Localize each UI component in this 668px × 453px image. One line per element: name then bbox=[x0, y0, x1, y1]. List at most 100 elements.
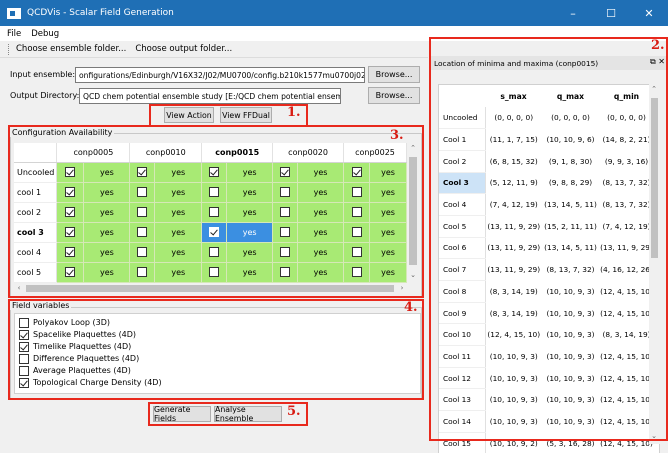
config-cell[interactable]: yes bbox=[83, 162, 131, 183]
config-cell[interactable]: yes bbox=[297, 202, 345, 223]
config-checkbox-selected[interactable] bbox=[201, 222, 228, 243]
scroll-down-arrow-icon[interactable]: ⌄ bbox=[649, 432, 659, 440]
checkbox-unchecked-icon[interactable] bbox=[351, 227, 362, 237]
table-cell[interactable]: (13, 14, 5, 11) bbox=[542, 193, 599, 216]
config-checkbox[interactable] bbox=[56, 222, 85, 243]
table-cell[interactable]: (13, 11, 9, 29) bbox=[485, 215, 542, 238]
checkbox-unchecked-icon[interactable] bbox=[209, 207, 220, 217]
table-cell[interactable]: (12, 4, 15, 10) bbox=[599, 388, 654, 412]
checkbox-checked-icon[interactable] bbox=[65, 247, 76, 257]
config-checkbox[interactable] bbox=[56, 182, 85, 203]
row-header[interactable]: Cool 2 bbox=[439, 150, 486, 173]
config-cell[interactable]: yes bbox=[297, 162, 345, 183]
checkbox-unchecked-icon[interactable] bbox=[280, 227, 291, 237]
view-ffdual-button[interactable]: View FFDual bbox=[220, 107, 272, 123]
table-cell[interactable]: (9, 1, 8, 30) bbox=[542, 150, 599, 173]
checkbox-checked-icon[interactable] bbox=[65, 207, 76, 217]
row-header-uncooled[interactable]: Uncooled bbox=[14, 162, 58, 183]
checkbox-unchecked-icon[interactable] bbox=[209, 247, 220, 257]
config-cell-selected[interactable]: yes bbox=[226, 222, 274, 243]
input-ensemble-field[interactable]: onfigurations/Edinburgh/V16X32/J02/MU070… bbox=[75, 67, 365, 83]
checkbox-unchecked-icon[interactable] bbox=[351, 187, 362, 197]
table-cell[interactable]: (8, 13, 7, 32) bbox=[542, 258, 599, 281]
config-checkbox[interactable] bbox=[56, 262, 85, 283]
config-checkbox[interactable] bbox=[129, 162, 156, 183]
table-cell[interactable]: (13, 11, 9, 29) bbox=[485, 237, 542, 260]
table-cell[interactable]: (10, 10, 9, 3) bbox=[542, 280, 599, 303]
config-cell[interactable]: yes bbox=[154, 202, 203, 223]
table-cell[interactable]: (15, 2, 11, 11) bbox=[542, 215, 599, 238]
checkbox-unchecked-icon[interactable] bbox=[137, 267, 148, 277]
choose-ensemble-folder-button[interactable]: Choose ensemble folder... bbox=[16, 44, 126, 54]
scroll-left-arrow-icon[interactable]: ‹ bbox=[14, 284, 24, 292]
minmax-vertical-scrollbar[interactable]: ⌃ ⌄ bbox=[649, 84, 660, 444]
row-header-selected[interactable]: Cool 3 bbox=[439, 172, 486, 195]
generate-fields-button[interactable]: Generate Fields bbox=[153, 405, 211, 423]
config-vertical-scrollbar[interactable]: ⌃ ⌄ bbox=[407, 143, 419, 283]
config-cell[interactable]: yes bbox=[297, 262, 345, 283]
config-cell[interactable]: yes bbox=[83, 182, 131, 203]
config-cell[interactable]: yes bbox=[226, 262, 274, 283]
table-cell[interactable]: (7, 4, 12, 19) bbox=[485, 193, 542, 216]
table-cell[interactable]: (10, 10, 9, 6) bbox=[542, 128, 599, 151]
checkbox-unchecked-icon[interactable] bbox=[137, 247, 148, 257]
row-header[interactable]: Uncooled bbox=[439, 107, 486, 130]
field-variable-item[interactable]: Topological Charge Density (4D) bbox=[19, 377, 162, 388]
config-checkbox[interactable] bbox=[201, 162, 228, 183]
table-cell[interactable]: (10, 10, 9, 2) bbox=[485, 432, 542, 453]
config-vscroll-thumb[interactable] bbox=[409, 157, 417, 265]
table-cell[interactable]: (6, 8, 15, 32) bbox=[485, 150, 542, 173]
checkbox-checked-icon[interactable] bbox=[65, 267, 76, 277]
field-variable-item[interactable]: Polyakov Loop (3D) bbox=[19, 317, 110, 328]
checkbox-unchecked-icon[interactable] bbox=[280, 267, 291, 277]
field-variable-item[interactable]: Average Plaquettes (4D) bbox=[19, 365, 131, 376]
config-checkbox[interactable] bbox=[56, 202, 85, 223]
config-cell[interactable]: yes bbox=[297, 182, 345, 203]
checkbox-checked-icon[interactable] bbox=[65, 167, 76, 177]
table-cell[interactable]: (0, 0, 0, 0) bbox=[599, 107, 654, 130]
minimize-button[interactable]: – bbox=[554, 0, 592, 26]
table-cell[interactable]: (10, 10, 9, 3) bbox=[542, 367, 599, 390]
config-horizontal-scrollbar[interactable]: ‹ › bbox=[14, 283, 407, 294]
input-ensemble-browse-button[interactable]: Browse... bbox=[368, 66, 420, 83]
config-cell[interactable]: yes bbox=[83, 222, 131, 243]
checkbox-unchecked-icon[interactable] bbox=[137, 187, 148, 197]
field-variable-item[interactable]: Difference Plaquettes (4D) bbox=[19, 353, 139, 364]
config-cell[interactable]: yes bbox=[154, 182, 203, 203]
column-header-q-min[interactable]: q_min bbox=[599, 85, 654, 107]
dock-float-icon[interactable]: ⧉ bbox=[650, 57, 656, 66]
menu-debug[interactable]: Debug bbox=[31, 29, 59, 39]
checkbox-checked-icon[interactable] bbox=[137, 167, 148, 177]
output-directory-browse-button[interactable]: Browse... bbox=[368, 87, 420, 104]
row-header[interactable]: Cool 8 bbox=[439, 280, 486, 303]
table-cell[interactable]: (12, 4, 15, 10) bbox=[599, 410, 654, 433]
config-cell[interactable]: yes bbox=[369, 202, 407, 223]
table-cell[interactable]: (12, 4, 15, 10) bbox=[599, 345, 654, 368]
row-header[interactable]: Cool 6 bbox=[439, 237, 486, 260]
column-header-conp0020[interactable]: conp0020 bbox=[272, 143, 345, 163]
table-cell[interactable]: (11, 1, 7, 15) bbox=[485, 128, 542, 151]
row-header-cool2[interactable]: cool 2 bbox=[14, 202, 58, 223]
scroll-down-arrow-icon[interactable]: ⌄ bbox=[408, 271, 418, 279]
checkbox-checked-icon[interactable] bbox=[351, 167, 362, 177]
table-cell[interactable]: (5, 12, 11, 9) bbox=[485, 172, 542, 195]
config-checkbox[interactable] bbox=[343, 242, 370, 263]
checkbox-unchecked-icon[interactable] bbox=[137, 227, 148, 237]
config-checkbox[interactable] bbox=[272, 242, 299, 263]
config-cell[interactable]: yes bbox=[83, 202, 131, 223]
checkbox-checked-icon[interactable] bbox=[65, 187, 76, 197]
table-cell[interactable]: (9, 9, 3, 16) bbox=[599, 150, 654, 173]
checkbox-unchecked-icon[interactable] bbox=[280, 207, 291, 217]
row-header-cool4[interactable]: cool 4 bbox=[14, 242, 58, 263]
close-button[interactable]: ✕ bbox=[630, 0, 668, 26]
checkbox-unchecked-icon[interactable] bbox=[19, 365, 29, 376]
table-cell[interactable]: (9, 8, 8, 29) bbox=[542, 172, 599, 195]
checkbox-unchecked-icon[interactable] bbox=[137, 207, 148, 217]
config-cell[interactable]: yes bbox=[226, 162, 274, 183]
checkbox-unchecked-icon[interactable] bbox=[280, 187, 291, 197]
table-cell[interactable]: (13, 11, 9, 29) bbox=[599, 237, 654, 260]
config-checkbox[interactable] bbox=[343, 262, 370, 283]
checkbox-checked-icon[interactable] bbox=[65, 227, 76, 237]
config-checkbox[interactable] bbox=[129, 202, 156, 223]
config-checkbox[interactable] bbox=[343, 222, 370, 243]
